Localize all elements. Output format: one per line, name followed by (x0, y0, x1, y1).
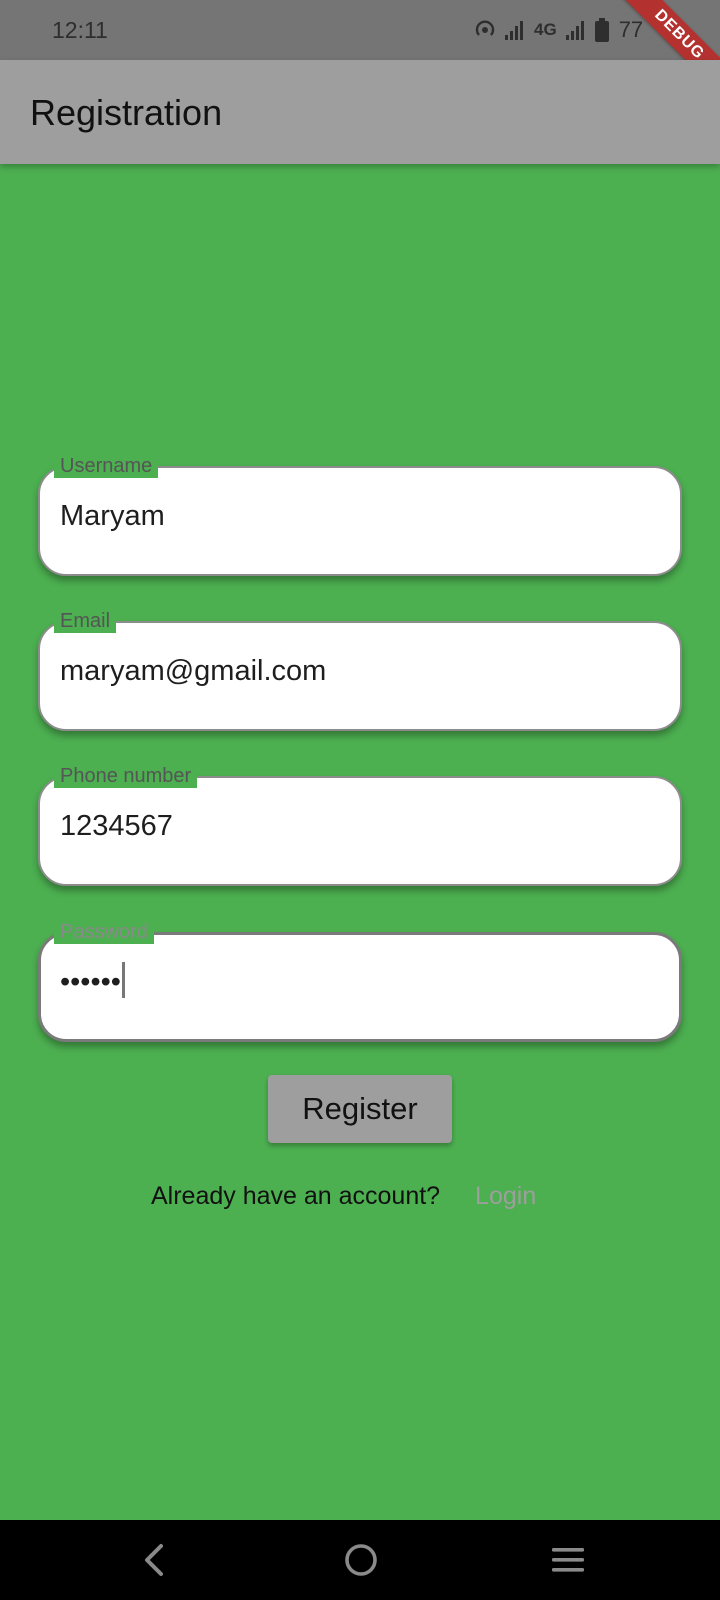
login-link[interactable]: Login (475, 1182, 536, 1210)
network-type: 4G (534, 20, 557, 39)
signal-icon (504, 19, 526, 41)
home-icon[interactable] (337, 1540, 385, 1580)
status-time: 12:11 (52, 17, 108, 43)
username-label: Username (54, 454, 159, 478)
email-label: Email (54, 609, 117, 633)
app-bar: Registration (0, 60, 720, 164)
navigation-bar (0, 1520, 720, 1600)
account-prompt: Already have an account? (151, 1182, 441, 1210)
email-value[interactable]: maryam@gmail.com (60, 655, 326, 688)
password-input-box[interactable] (38, 932, 682, 1042)
battery-icon (594, 18, 609, 42)
text-caret (121, 962, 125, 999)
username-field[interactable]: Username Maryam (38, 454, 682, 576)
status-bar: 12:11 4G 77 DEBUG (0, 0, 720, 105)
menu-icon[interactable] (544, 1540, 592, 1580)
phone-field[interactable]: Phone number 1234567 (38, 764, 682, 886)
back-icon[interactable] (130, 1540, 178, 1580)
email-field[interactable]: Email maryam@gmail.com (38, 609, 682, 731)
phone-label: Phone number (54, 764, 198, 788)
battery-percent: 77 (618, 17, 644, 42)
username-value[interactable]: Maryam (60, 500, 165, 533)
phone-value[interactable]: 1234567 (60, 810, 173, 843)
login-prompt-row: Already have an account? Login (151, 1182, 536, 1211)
password-dots: •••••• (60, 966, 121, 998)
page-title: Registration (30, 92, 223, 133)
status-icons: 4G 77 (474, 16, 643, 44)
hotspot-icon (474, 19, 496, 41)
password-field[interactable]: Password •••••• (38, 920, 682, 1042)
signal-icon (565, 19, 587, 41)
register-button[interactable]: Register (268, 1075, 452, 1143)
password-label: Password (54, 920, 154, 944)
password-value[interactable]: •••••• (60, 962, 125, 999)
